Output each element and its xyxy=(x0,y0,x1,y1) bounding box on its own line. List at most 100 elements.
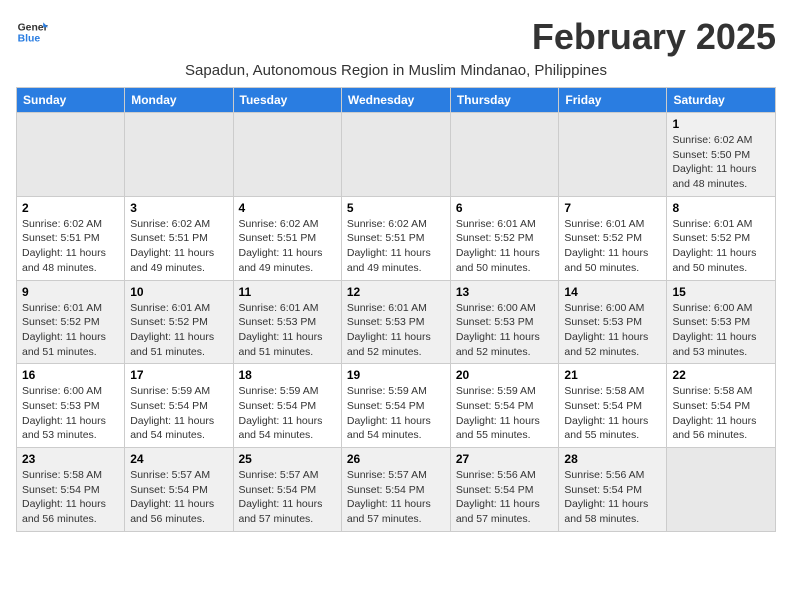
calendar-cell xyxy=(17,113,125,197)
day-info: Sunrise: 6:01 AM Sunset: 5:52 PM Dayligh… xyxy=(22,301,119,360)
day-number: 7 xyxy=(564,201,661,215)
weekday-header-sunday: Sunday xyxy=(17,88,125,113)
day-number: 5 xyxy=(347,201,445,215)
calendar-cell: 2 Sunrise: 6:02 AM Sunset: 5:51 PM Daylig… xyxy=(17,196,125,280)
day-info: Sunrise: 5:57 AM Sunset: 5:54 PM Dayligh… xyxy=(130,468,227,527)
day-number: 15 xyxy=(672,285,770,299)
logo-icon: General Blue xyxy=(16,16,48,48)
weekday-header-friday: Friday xyxy=(559,88,667,113)
day-number: 22 xyxy=(672,368,770,382)
day-info: Sunrise: 6:02 AM Sunset: 5:51 PM Dayligh… xyxy=(22,217,119,276)
weekday-header-saturday: Saturday xyxy=(667,88,776,113)
svg-text:Blue: Blue xyxy=(18,34,41,45)
calendar-cell: 23 Sunrise: 5:58 AM Sunset: 5:54 PM Dayli… xyxy=(17,448,125,532)
day-info: Sunrise: 5:59 AM Sunset: 5:54 PM Dayligh… xyxy=(239,384,336,443)
calendar-cell: 13 Sunrise: 6:00 AM Sunset: 5:53 PM Dayli… xyxy=(450,280,559,364)
calendar-cell xyxy=(341,113,450,197)
calendar-cell: 27 Sunrise: 5:56 AM Sunset: 5:54 PM Dayli… xyxy=(450,448,559,532)
day-info: Sunrise: 6:02 AM Sunset: 5:51 PM Dayligh… xyxy=(347,217,445,276)
calendar-cell: 26 Sunrise: 5:57 AM Sunset: 5:54 PM Dayli… xyxy=(341,448,450,532)
day-number: 4 xyxy=(239,201,336,215)
month-title: February 2025 xyxy=(532,16,776,58)
day-info: Sunrise: 5:56 AM Sunset: 5:54 PM Dayligh… xyxy=(456,468,554,527)
day-info: Sunrise: 6:01 AM Sunset: 5:52 PM Dayligh… xyxy=(564,217,661,276)
calendar-week-0: 1Sunrise: 6:02 AM Sunset: 5:50 PM Daylig… xyxy=(17,113,776,197)
calendar-cell: 24 Sunrise: 5:57 AM Sunset: 5:54 PM Dayli… xyxy=(125,448,233,532)
weekday-header-tuesday: Tuesday xyxy=(233,88,341,113)
calendar-cell: 22 Sunrise: 5:58 AM Sunset: 5:54 PM Dayli… xyxy=(667,364,776,448)
day-info: Sunrise: 6:00 AM Sunset: 5:53 PM Dayligh… xyxy=(564,301,661,360)
calendar-cell: 1Sunrise: 6:02 AM Sunset: 5:50 PM Daylig… xyxy=(667,113,776,197)
day-number: 11 xyxy=(239,285,336,299)
day-number: 17 xyxy=(130,368,227,382)
day-number: 24 xyxy=(130,452,227,466)
day-number: 26 xyxy=(347,452,445,466)
calendar-cell xyxy=(450,113,559,197)
calendar-week-4: 23 Sunrise: 5:58 AM Sunset: 5:54 PM Dayli… xyxy=(17,448,776,532)
day-info: Sunrise: 5:59 AM Sunset: 5:54 PM Dayligh… xyxy=(456,384,554,443)
day-number: 8 xyxy=(672,201,770,215)
weekday-header-thursday: Thursday xyxy=(450,88,559,113)
weekday-header-wednesday: Wednesday xyxy=(341,88,450,113)
calendar: SundayMondayTuesdayWednesdayThursdayFrid… xyxy=(16,87,776,532)
calendar-cell: 5 Sunrise: 6:02 AM Sunset: 5:51 PM Daylig… xyxy=(341,196,450,280)
calendar-cell: 8 Sunrise: 6:01 AM Sunset: 5:52 PM Daylig… xyxy=(667,196,776,280)
day-number: 12 xyxy=(347,285,445,299)
weekday-header-monday: Monday xyxy=(125,88,233,113)
calendar-cell: 6Sunrise: 6:01 AM Sunset: 5:52 PM Daylig… xyxy=(450,196,559,280)
calendar-cell: 7 Sunrise: 6:01 AM Sunset: 5:52 PM Daylig… xyxy=(559,196,667,280)
calendar-cell: 12 Sunrise: 6:01 AM Sunset: 5:53 PM Dayli… xyxy=(341,280,450,364)
day-info: Sunrise: 6:02 AM Sunset: 5:51 PM Dayligh… xyxy=(130,217,227,276)
day-info: Sunrise: 6:01 AM Sunset: 5:52 PM Dayligh… xyxy=(672,217,770,276)
calendar-header-row: SundayMondayTuesdayWednesdayThursdayFrid… xyxy=(17,88,776,113)
day-number: 27 xyxy=(456,452,554,466)
calendar-cell: 20 Sunrise: 5:59 AM Sunset: 5:54 PM Dayli… xyxy=(450,364,559,448)
calendar-cell xyxy=(233,113,341,197)
day-info: Sunrise: 5:58 AM Sunset: 5:54 PM Dayligh… xyxy=(672,384,770,443)
day-number: 20 xyxy=(456,368,554,382)
calendar-cell: 25Sunrise: 5:57 AM Sunset: 5:54 PM Dayli… xyxy=(233,448,341,532)
calendar-cell: 15 Sunrise: 6:00 AM Sunset: 5:53 PM Dayli… xyxy=(667,280,776,364)
day-info: Sunrise: 6:01 AM Sunset: 5:52 PM Dayligh… xyxy=(456,217,554,276)
day-number: 13 xyxy=(456,285,554,299)
calendar-cell: 3 Sunrise: 6:02 AM Sunset: 5:51 PM Daylig… xyxy=(125,196,233,280)
day-number: 2 xyxy=(22,201,119,215)
day-info: Sunrise: 6:00 AM Sunset: 5:53 PM Dayligh… xyxy=(22,384,119,443)
calendar-cell xyxy=(667,448,776,532)
calendar-cell: 9Sunrise: 6:01 AM Sunset: 5:52 PM Daylig… xyxy=(17,280,125,364)
day-info: Sunrise: 6:01 AM Sunset: 5:53 PM Dayligh… xyxy=(239,301,336,360)
calendar-cell: 21 Sunrise: 5:58 AM Sunset: 5:54 PM Dayli… xyxy=(559,364,667,448)
day-number: 21 xyxy=(564,368,661,382)
day-number: 19 xyxy=(347,368,445,382)
calendar-cell: 18 Sunrise: 5:59 AM Sunset: 5:54 PM Dayli… xyxy=(233,364,341,448)
calendar-cell: 14 Sunrise: 6:00 AM Sunset: 5:53 PM Dayli… xyxy=(559,280,667,364)
day-info: Sunrise: 6:00 AM Sunset: 5:53 PM Dayligh… xyxy=(672,301,770,360)
day-info: Sunrise: 5:59 AM Sunset: 5:54 PM Dayligh… xyxy=(130,384,227,443)
day-number: 3 xyxy=(130,201,227,215)
calendar-cell: 10Sunrise: 6:01 AM Sunset: 5:52 PM Dayli… xyxy=(125,280,233,364)
day-info: Sunrise: 6:01 AM Sunset: 5:52 PM Dayligh… xyxy=(130,301,227,360)
calendar-cell xyxy=(125,113,233,197)
day-number: 18 xyxy=(239,368,336,382)
calendar-cell: 19Sunrise: 5:59 AM Sunset: 5:54 PM Dayli… xyxy=(341,364,450,448)
day-number: 28 xyxy=(564,452,661,466)
day-info: Sunrise: 6:02 AM Sunset: 5:51 PM Dayligh… xyxy=(239,217,336,276)
day-number: 16 xyxy=(22,368,119,382)
day-info: Sunrise: 5:57 AM Sunset: 5:54 PM Dayligh… xyxy=(347,468,445,527)
calendar-week-1: 2 Sunrise: 6:02 AM Sunset: 5:51 PM Daylig… xyxy=(17,196,776,280)
calendar-cell xyxy=(559,113,667,197)
logo: General Blue xyxy=(16,16,48,48)
header: General Blue February 2025 xyxy=(16,16,776,58)
day-number: 1 xyxy=(672,117,770,131)
day-number: 25 xyxy=(239,452,336,466)
day-number: 14 xyxy=(564,285,661,299)
calendar-cell: 28Sunrise: 5:56 AM Sunset: 5:54 PM Dayli… xyxy=(559,448,667,532)
calendar-week-3: 16 Sunrise: 6:00 AM Sunset: 5:53 PM Dayli… xyxy=(17,364,776,448)
day-number: 23 xyxy=(22,452,119,466)
day-info: Sunrise: 5:58 AM Sunset: 5:54 PM Dayligh… xyxy=(22,468,119,527)
day-info: Sunrise: 5:58 AM Sunset: 5:54 PM Dayligh… xyxy=(564,384,661,443)
day-info: Sunrise: 6:00 AM Sunset: 5:53 PM Dayligh… xyxy=(456,301,554,360)
subtitle: Sapadun, Autonomous Region in Muslim Min… xyxy=(16,62,776,79)
day-info: Sunrise: 6:01 AM Sunset: 5:53 PM Dayligh… xyxy=(347,301,445,360)
calendar-cell: 17 Sunrise: 5:59 AM Sunset: 5:54 PM Dayli… xyxy=(125,364,233,448)
